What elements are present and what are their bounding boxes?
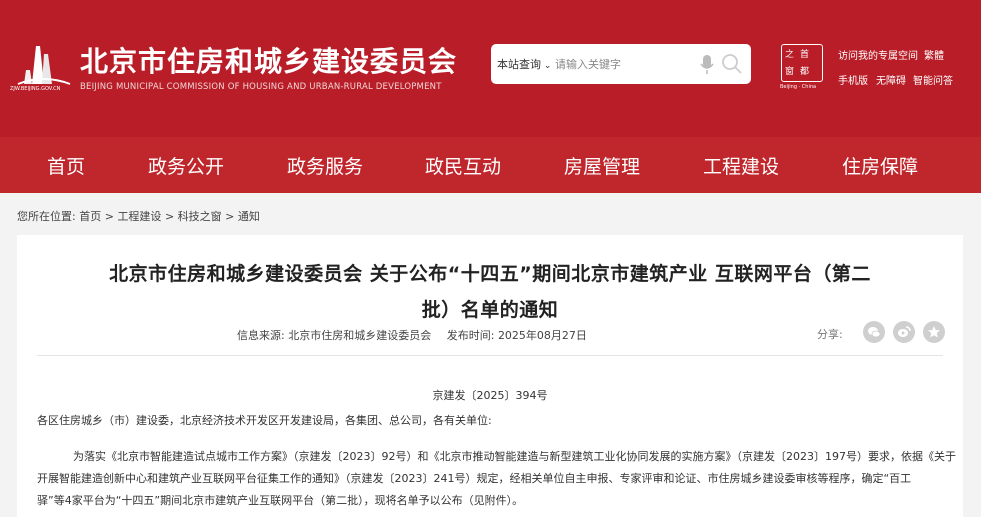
capital-logo-char: 首 [800,50,810,60]
nav-item-housing-management[interactable]: 房屋管理 [564,152,640,179]
main-nav: 首页 政务公开 政务服务 政民互动 房屋管理 工程建设 住房保障 [0,137,981,193]
weibo-icon [898,326,911,337]
favorite-icon [928,326,940,338]
chevron-down-icon: ⌄ [541,61,552,71]
accessibility-link[interactable]: 无障碍 [876,72,906,87]
traditional-chinese-link[interactable]: 繁體 [924,47,944,62]
microphone-icon[interactable] [699,54,715,76]
nav-item-housing-security[interactable]: 住房保障 [842,152,918,179]
personal-space-link[interactable]: 访问我的专属空间 [838,47,918,62]
search-scope-dropdown[interactable]: 本站查询 ⌄ [497,56,551,72]
capital-logo-caption: Beijing · China [780,84,817,90]
source-value: 北京市住房和城乡建设委员会 [288,329,432,342]
article-title-line2: 批）名单的通知 [421,299,559,321]
article-panel: 北京市住房和城乡建设委员会 关于公布“十四五”期间北京市建筑产业 互联网平台（第… [17,235,963,517]
article-meta: 信息来源: 北京市住房和城乡建设委员会 发布时间: 2025年08月27日 [237,327,587,343]
breadcrumb: 您所在位置: 首页 > 工程建设 > 科技之窗 > 通知 [17,208,260,224]
wechat-icon [868,327,881,338]
source-label: 信息来源: [237,329,285,342]
wechat-share-button[interactable] [863,321,885,343]
breadcrumb-engineering[interactable]: 工程建设 [117,210,161,223]
breadcrumb-prefix: 您所在位置: [17,210,76,223]
smart-qa-link[interactable]: 智能问答 [913,72,953,87]
mobile-version-link[interactable]: 手机版 [838,72,868,87]
nav-item-home[interactable]: 首页 [47,152,85,179]
nav-item-government-services[interactable]: 政务服务 [287,152,363,179]
capital-logo-char: 窗 [785,67,795,77]
breadcrumb-notice[interactable]: 通知 [238,210,260,223]
breadcrumb-separator: > [104,210,114,223]
search-icon[interactable] [721,53,743,75]
capital-window-logo[interactable]: 之 首 窗 都 [781,44,823,82]
article-body-line1: 为落实《北京市智能建造试点城市工作方案》（京建发〔2023〕92号）和《北京市推… [73,450,956,463]
search-input[interactable] [555,55,675,73]
share-label: 分享: [817,328,843,341]
search-box: 本站查询 ⌄ [491,44,751,84]
article-body-line3: 驿”等4家平台为“十四五”期间北京市建筑产业互联网平台（第二批），现将名单予以公… [37,494,524,507]
breadcrumb-tech-window[interactable]: 科技之窗 [178,210,222,223]
nav-item-engineering[interactable]: 工程建设 [703,152,779,179]
date-value: 2025年08月27日 [497,329,587,342]
meta-divider [37,355,943,356]
capital-logo-char: 都 [800,67,810,77]
favorite-share-button[interactable] [923,321,945,343]
breadcrumb-separator: > [225,210,235,223]
search-scope-label: 本站查询 [497,58,541,71]
breadcrumb-home[interactable]: 首页 [79,210,101,223]
weibo-share-button[interactable] [893,321,915,343]
site-subtitle: BEIJING MUNICIPAL COMMISSION OF HOUSING … [80,82,442,92]
nav-item-government-affairs[interactable]: 政务公开 [148,152,224,179]
article-title-line1: 北京市住房和城乡建设委员会 关于公布“十四五”期间北京市建筑产业 互联网平台（第… [109,263,871,285]
site-title[interactable]: 北京市住房和城乡建设委员会 [80,40,457,80]
capital-logo-char: 之 [785,50,795,60]
nav-item-interaction[interactable]: 政民互动 [425,152,501,179]
site-header: ZJW.BEIJING.GOV.CN 北京市住房和城乡建设委员会 BEIJING… [0,0,981,137]
document-number: 京建发〔2025〕394号 [432,389,548,402]
date-label: 发布时间: [446,329,495,342]
breadcrumb-separator: > [164,210,175,223]
article-body-line2: 开展智能建造创新中心和建筑产业互联网平台征集工作的通知》（京建发〔2023〕24… [37,472,912,485]
article-salutation: 各区住房城乡（市）建设委，北京经济技术开发区开发建设局，各集团、总公司，各有关单… [37,414,492,427]
logo-url-text: ZJW.BEIJING.GOV.CN [10,86,61,92]
